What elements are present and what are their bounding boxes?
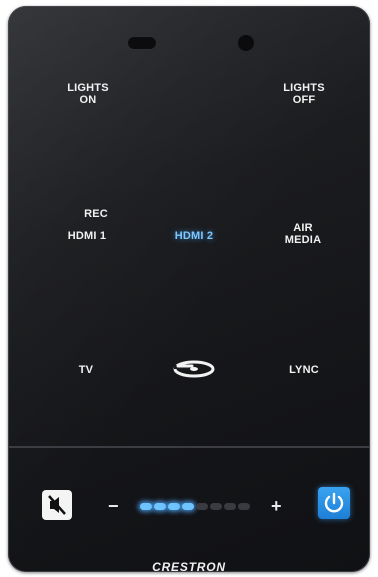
air-media-label-1: AIR — [293, 222, 313, 234]
volume-down-button[interactable]: − — [108, 496, 119, 517]
power-button[interactable] — [318, 487, 350, 519]
camera-lens — [238, 35, 254, 51]
hdmi2-label: HDMI 2 — [174, 230, 214, 242]
divider — [8, 446, 370, 448]
volume-segment — [210, 503, 222, 510]
lync-button[interactable]: LYNC — [274, 364, 334, 376]
rec-button[interactable]: REC — [66, 208, 126, 220]
rec-label: REC — [84, 208, 108, 220]
lights-off-label-1: LIGHTS — [283, 82, 325, 94]
air-media-button[interactable]: AIR MEDIA — [268, 222, 338, 246]
hdmi2-button[interactable]: HDMI 2 — [159, 230, 229, 242]
lights-off-label-2: OFF — [292, 94, 316, 106]
tv-button[interactable]: TV — [66, 364, 106, 376]
proximity-sensor — [128, 37, 156, 49]
volume-segment — [182, 503, 194, 510]
volume-segment — [168, 503, 180, 510]
lync-label: LYNC — [289, 364, 319, 376]
bluray-button[interactable] — [172, 358, 216, 380]
volume-segment — [238, 503, 250, 510]
power-icon — [324, 492, 344, 513]
bluray-disc-icon — [173, 360, 215, 378]
air-media-label-2: MEDIA — [284, 234, 322, 246]
hdmi1-button[interactable]: HDMI 1 — [52, 230, 122, 242]
touch-panel: LIGHTS ON LIGHTS OFF REC HDMI 1 HDMI 2 A… — [8, 6, 370, 572]
lights-on-label-1: LIGHTS — [67, 82, 109, 94]
speaker-muted-icon — [48, 495, 66, 515]
volume-level-bar — [140, 503, 252, 511]
brand-logo: CRESTRON — [152, 560, 226, 572]
volume-segment — [196, 503, 208, 510]
lights-on-button[interactable]: LIGHTS ON — [48, 82, 128, 106]
volume-segment — [140, 503, 152, 510]
lights-off-button[interactable]: LIGHTS OFF — [264, 82, 344, 106]
lights-on-label-2: ON — [79, 94, 97, 106]
mute-button[interactable] — [42, 490, 72, 520]
volume-segment — [154, 503, 166, 510]
tv-label: TV — [78, 364, 94, 376]
volume-up-button[interactable]: + — [271, 496, 282, 517]
volume-segment — [224, 503, 236, 510]
hdmi1-label: HDMI 1 — [67, 230, 107, 242]
